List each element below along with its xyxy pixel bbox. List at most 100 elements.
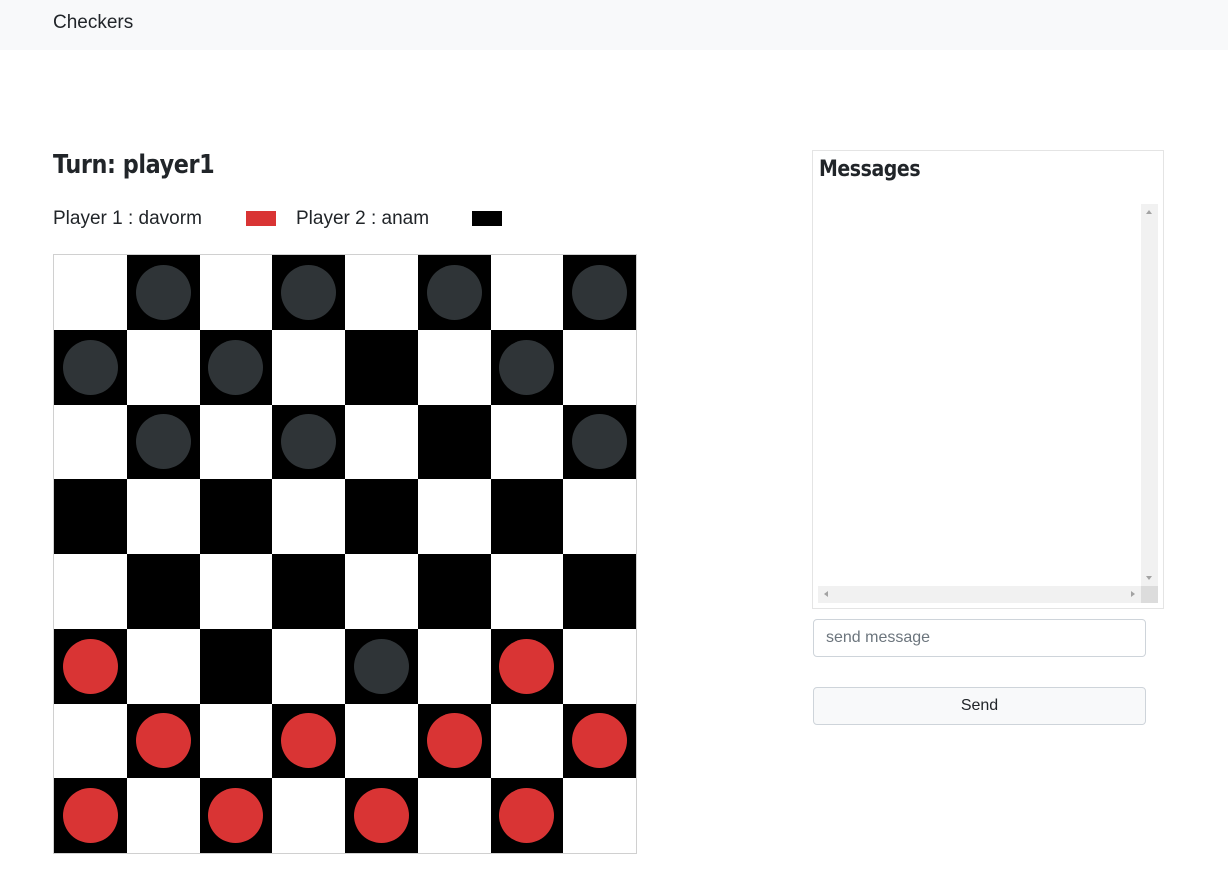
- board-square: [199, 554, 273, 629]
- board-square[interactable]: [563, 703, 636, 779]
- board-square[interactable]: [272, 703, 345, 779]
- board-square: [126, 479, 200, 554]
- scroll-right-arrow-icon[interactable]: [1131, 591, 1135, 597]
- red-checker-piece[interactable]: [426, 713, 482, 769]
- red-checker-piece[interactable]: [353, 788, 409, 844]
- board-square: [490, 255, 564, 330]
- board-square: [490, 404, 564, 480]
- board-square: [272, 778, 345, 853]
- board-square: [199, 703, 273, 779]
- turn-indicator: Turn: player1: [53, 150, 215, 180]
- board-square: [490, 554, 564, 629]
- board-square: [54, 404, 127, 480]
- board-square[interactable]: [417, 404, 491, 480]
- brand-link[interactable]: Checkers: [53, 12, 133, 34]
- board-square: [54, 255, 127, 330]
- board-square[interactable]: [126, 703, 200, 779]
- board-square[interactable]: [54, 329, 127, 405]
- board-square[interactable]: [199, 778, 273, 853]
- board-square[interactable]: [54, 778, 127, 853]
- board-square: [563, 479, 636, 554]
- red-checker-piece[interactable]: [572, 713, 628, 769]
- board-square: [345, 255, 418, 330]
- scrollbar-corner: [1141, 586, 1158, 603]
- message-input[interactable]: [813, 619, 1146, 657]
- black-checker-piece[interactable]: [135, 414, 191, 470]
- board-square: [272, 329, 345, 405]
- messages-list: [818, 204, 1158, 603]
- board-square[interactable]: [126, 554, 200, 629]
- board-square: [54, 703, 127, 779]
- board-square[interactable]: [272, 255, 345, 330]
- board-square[interactable]: [345, 778, 418, 853]
- black-checker-piece[interactable]: [208, 339, 264, 395]
- board-square[interactable]: [126, 404, 200, 480]
- messages-horizontal-scrollbar[interactable]: [818, 586, 1141, 603]
- board-square[interactable]: [563, 255, 636, 330]
- board-square[interactable]: [345, 628, 418, 704]
- scroll-left-arrow-icon[interactable]: [824, 591, 828, 597]
- board-square[interactable]: [345, 479, 418, 554]
- black-checker-piece[interactable]: [281, 264, 337, 320]
- board-square[interactable]: [272, 554, 345, 629]
- board-square: [563, 329, 636, 405]
- board-square: [126, 628, 200, 704]
- board-square: [199, 404, 273, 480]
- red-checker-piece[interactable]: [281, 713, 337, 769]
- red-checker-piece[interactable]: [499, 788, 555, 844]
- scroll-down-arrow-icon[interactable]: [1146, 576, 1152, 580]
- black-checker-piece[interactable]: [499, 339, 555, 395]
- board-square[interactable]: [54, 628, 127, 704]
- board-square: [126, 329, 200, 405]
- black-checker-piece[interactable]: [572, 414, 628, 470]
- board-square[interactable]: [54, 479, 127, 554]
- board-square: [199, 255, 273, 330]
- player1-label: Player 1 : davorm: [53, 208, 202, 229]
- board-square[interactable]: [490, 479, 564, 554]
- messages-vertical-scrollbar[interactable]: [1141, 204, 1158, 586]
- scroll-up-arrow-icon[interactable]: [1146, 210, 1152, 214]
- red-checker-piece[interactable]: [62, 788, 118, 844]
- red-checker-piece[interactable]: [62, 638, 118, 694]
- board-square[interactable]: [417, 703, 491, 779]
- board-square[interactable]: [272, 404, 345, 480]
- player2-color-swatch: [472, 211, 502, 226]
- board-square: [417, 329, 491, 405]
- board-square[interactable]: [199, 628, 273, 704]
- board-square[interactable]: [490, 778, 564, 853]
- board-square: [563, 778, 636, 853]
- board-square: [345, 703, 418, 779]
- board-square: [272, 628, 345, 704]
- send-button[interactable]: Send: [813, 687, 1146, 725]
- black-checker-piece[interactable]: [353, 638, 409, 694]
- board-square[interactable]: [199, 479, 273, 554]
- board-square[interactable]: [563, 404, 636, 480]
- black-checker-piece[interactable]: [572, 264, 628, 320]
- black-checker-piece[interactable]: [281, 414, 337, 470]
- board-square: [490, 703, 564, 779]
- board-square[interactable]: [490, 628, 564, 704]
- board-square: [345, 554, 418, 629]
- board-square: [345, 404, 418, 480]
- red-checker-piece[interactable]: [135, 713, 191, 769]
- black-checker-piece[interactable]: [135, 264, 191, 320]
- checkers-board: [53, 254, 637, 854]
- board-square[interactable]: [417, 255, 491, 330]
- board-square[interactable]: [417, 554, 491, 629]
- board-square[interactable]: [345, 329, 418, 405]
- black-checker-piece[interactable]: [62, 339, 118, 395]
- board-square[interactable]: [490, 329, 564, 405]
- board-square: [417, 628, 491, 704]
- black-checker-piece[interactable]: [426, 264, 482, 320]
- messages-panel: Messages: [812, 150, 1164, 609]
- player2-label: Player 2 : anam: [296, 208, 430, 229]
- navbar: Checkers: [0, 0, 1228, 50]
- board-square[interactable]: [563, 554, 636, 629]
- board-square[interactable]: [126, 255, 200, 330]
- red-checker-piece[interactable]: [499, 638, 555, 694]
- board-square[interactable]: [199, 329, 273, 405]
- red-checker-piece[interactable]: [208, 788, 264, 844]
- board-square: [417, 778, 491, 853]
- board-square: [126, 778, 200, 853]
- board-square: [417, 479, 491, 554]
